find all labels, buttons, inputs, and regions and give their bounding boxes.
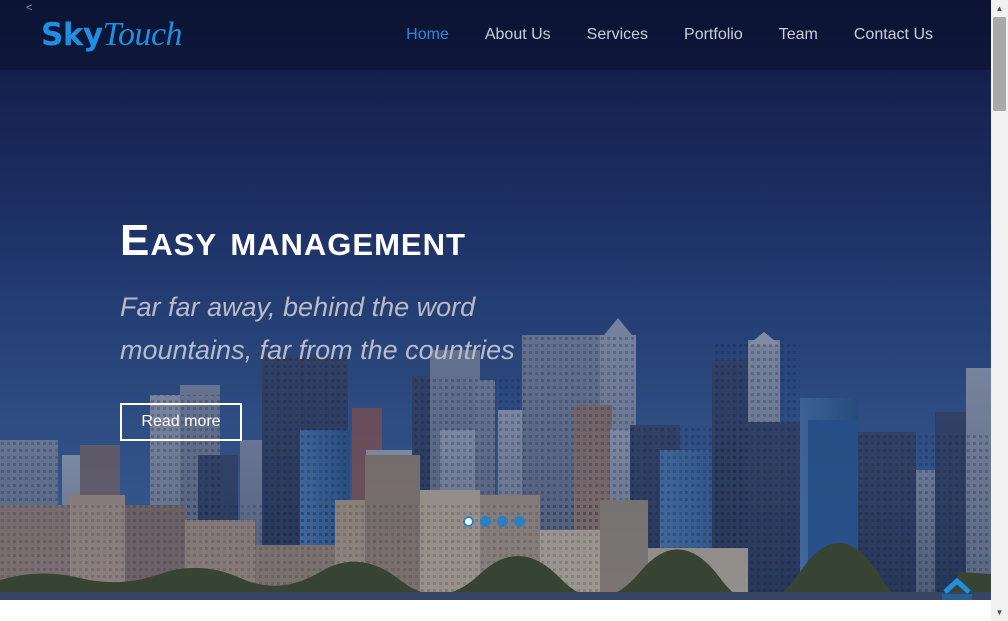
- hero-subtitle: Far far away, behind the word mountains,…: [120, 292, 515, 365]
- slider-dot-1[interactable]: [463, 516, 474, 527]
- scrollbar[interactable]: ▲ ▼: [991, 0, 1008, 621]
- back-chevron-icon[interactable]: <: [26, 2, 32, 14]
- read-more-button[interactable]: Read more: [120, 403, 242, 441]
- scrollbar-thumb[interactable]: [993, 17, 1006, 111]
- nav-item-services[interactable]: Services: [587, 24, 648, 46]
- hero-title: Easy management: [120, 216, 466, 265]
- logo-text-touch: Touch: [102, 16, 183, 53]
- content-area: [0, 600, 991, 621]
- nav-item-portfolio[interactable]: Portfolio: [684, 24, 743, 46]
- slider-dot-4[interactable]: [514, 516, 525, 527]
- nav-item-team[interactable]: Team: [779, 24, 818, 46]
- slider-dot-3[interactable]: [497, 516, 508, 527]
- slider-dots: [463, 516, 525, 527]
- navbar: < SkyTouch Home About Us Services Portfo…: [0, 0, 991, 70]
- nav-item-home[interactable]: Home: [406, 24, 449, 46]
- scroll-to-top-icon[interactable]: [940, 574, 974, 600]
- page: < SkyTouch Home About Us Services Portfo…: [0, 0, 1008, 621]
- nav-item-contact-us[interactable]: Contact Us: [854, 24, 933, 46]
- nav-item-about-us[interactable]: About Us: [485, 24, 551, 46]
- nav-menu: Home About Us Services Portfolio Team Co…: [370, 24, 933, 46]
- scroll-up-arrow-icon[interactable]: ▲: [991, 0, 1008, 17]
- slider-dot-2[interactable]: [480, 516, 491, 527]
- logo[interactable]: SkyTouch: [41, 12, 183, 57]
- logo-text-sky: Sky: [41, 17, 103, 53]
- hero-slider: < SkyTouch Home About Us Services Portfo…: [0, 0, 991, 600]
- scroll-down-arrow-icon[interactable]: ▼: [991, 604, 1008, 621]
